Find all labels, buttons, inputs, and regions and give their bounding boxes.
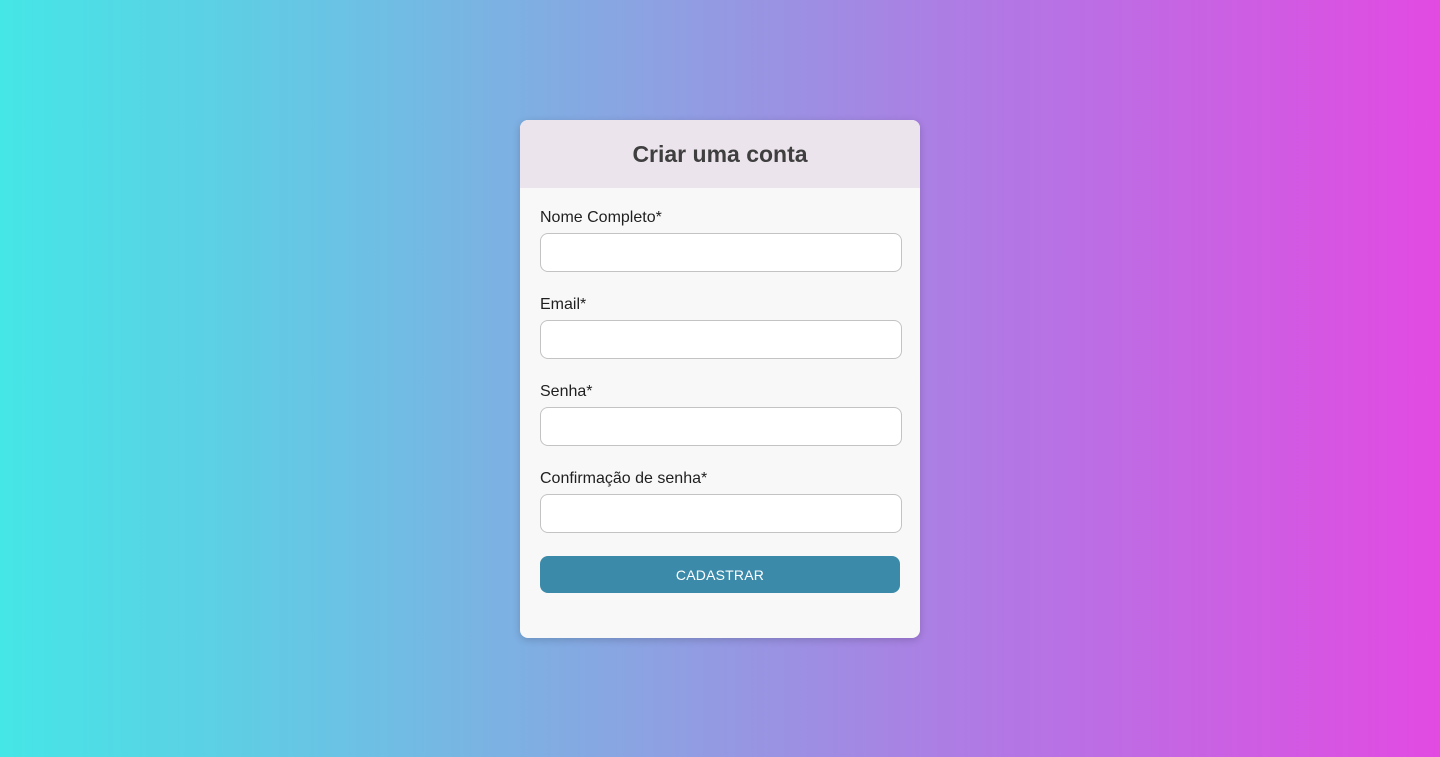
page-background: { "form": { "title": "Criar uma conta", … — [0, 0, 1440, 757]
email-field-group: Email* — [540, 295, 902, 359]
password-input[interactable] — [540, 407, 902, 446]
password-confirm-label: Confirmação de senha* — [540, 470, 708, 487]
card-header: Criar uma conta — [520, 120, 920, 188]
full-name-input[interactable] — [540, 233, 902, 272]
signup-card: Criar uma conta Nome Completo* Email* Se… — [520, 120, 920, 638]
full-name-field-group: Nome Completo* — [540, 208, 902, 272]
email-label: Email* — [540, 296, 587, 313]
password-field-group: Senha* — [540, 382, 902, 446]
page-title: Criar uma conta — [632, 140, 808, 167]
password-confirm-input[interactable] — [540, 494, 902, 533]
full-name-label: Nome Completo* — [540, 209, 662, 226]
register-button[interactable]: CADASTRAR — [540, 556, 900, 593]
email-input[interactable] — [540, 320, 902, 359]
password-label: Senha* — [540, 383, 593, 400]
signup-form: Nome Completo* Email* Senha* Confirmação… — [520, 188, 920, 593]
password-confirm-field-group: Confirmação de senha* — [540, 469, 902, 533]
